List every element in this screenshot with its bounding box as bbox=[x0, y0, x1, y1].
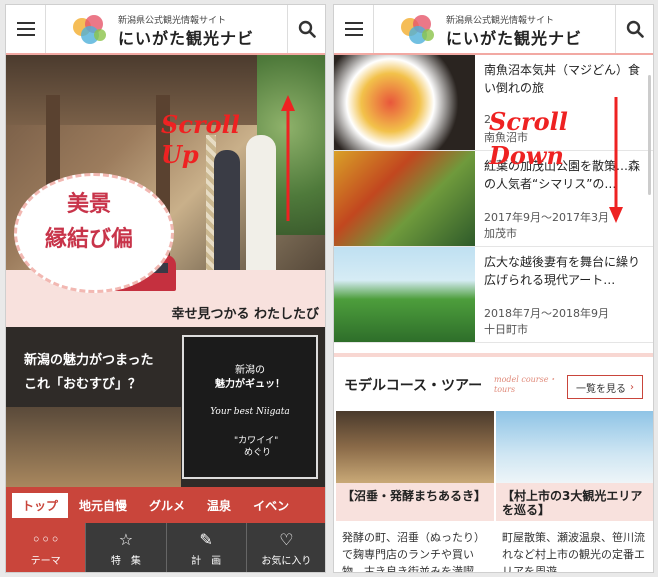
article-image bbox=[334, 151, 475, 246]
heart-icon: ♡ bbox=[279, 530, 294, 549]
section-heading-en: model course・tours bbox=[494, 375, 557, 394]
nav-feature[interactable]: ☆ 特 集 bbox=[86, 523, 167, 572]
article-image bbox=[334, 55, 475, 150]
promo-text-line1: 新潟の魅力がつまった bbox=[24, 353, 154, 368]
promo-card-line1: 新潟の bbox=[235, 365, 265, 376]
article-image bbox=[334, 247, 475, 342]
search-button[interactable] bbox=[615, 5, 653, 53]
site-header: 新潟県公式観光情報サイト にいがた観光ナビ bbox=[6, 5, 325, 55]
course-card[interactable]: 【沼垂・発酵まちあるき】 発酵の町、沼垂（ぬったり）で麹専門店のランチや買い物、… bbox=[336, 411, 494, 573]
article-title: 広大な越後妻有を舞台に繰り広げられる現代アート… bbox=[484, 255, 641, 287]
tab-events[interactable]: イベン bbox=[242, 497, 300, 514]
menu-button[interactable] bbox=[334, 5, 374, 53]
memo-icon: ✎ bbox=[199, 530, 213, 549]
course-card[interactable]: 【村上市の3大観光エリアを巡る】 町屋散策、瀬波温泉、笹川流れなど村上市の観光の… bbox=[496, 411, 653, 573]
hero-catchphrase: 幸せ見つかる わたしたび bbox=[171, 307, 319, 322]
see-all-button[interactable]: 一覧を見る › bbox=[567, 375, 643, 399]
article-date: 2018年7月～2018年9月 bbox=[484, 307, 609, 320]
section-divider bbox=[334, 353, 653, 357]
article-place: 十日町市 bbox=[484, 323, 528, 336]
course-caption: 【村上市の3大観光エリアを巡る】 bbox=[496, 483, 653, 521]
tab-top[interactable]: トップ bbox=[12, 492, 69, 518]
section-heading: モデルコース・ツアー bbox=[344, 378, 483, 394]
article-date: 2017年9月～2017年3月 bbox=[484, 211, 609, 224]
search-button[interactable] bbox=[287, 5, 325, 53]
badge-title-line1: 美景 bbox=[67, 192, 112, 217]
hamburger-icon bbox=[16, 22, 35, 36]
bottom-nav: ◦◦◦ テーマ ☆ 特 集 ✎ 計 画 ♡ お気に入り bbox=[6, 523, 325, 572]
course-image bbox=[496, 411, 653, 483]
nav-label: テーマ bbox=[30, 556, 61, 567]
scroll-down-annotation: Scroll Down bbox=[489, 107, 568, 170]
nav-label: お気に入り bbox=[261, 556, 312, 567]
tab-local-pride[interactable]: 地元自慢 bbox=[68, 497, 138, 514]
promo-text-line2: これ「おむすび」？ bbox=[24, 377, 142, 392]
hero-banner[interactable]: 美景 縁結び偏 幸せ見つかる わたしたび Scroll Up bbox=[6, 55, 325, 327]
nav-favorites[interactable]: ♡ お気に入り bbox=[246, 523, 325, 572]
search-icon bbox=[298, 20, 316, 38]
promo-card-line5: めぐり bbox=[244, 448, 272, 458]
arrow-up-icon bbox=[281, 95, 295, 221]
food-image bbox=[6, 407, 181, 487]
article-title: 南魚沼本気丼（マジどん）食い倒れの旅 bbox=[484, 63, 641, 95]
nav-plan[interactable]: ✎ 計 画 bbox=[166, 523, 247, 572]
site-logo-icon[interactable] bbox=[396, 11, 440, 49]
nav-label: 計 画 bbox=[191, 556, 222, 567]
promo-card-line3: Your best Niigata bbox=[210, 407, 290, 417]
site-header: 新潟県公式観光情報サイト にいがた観光ナビ bbox=[334, 5, 653, 55]
site-name[interactable]: にいがた観光ナビ bbox=[446, 25, 582, 49]
course-image bbox=[336, 411, 494, 483]
right-screen: 新潟県公式観光情報サイト にいがた観光ナビ 南魚沼本気丼（マジどん）食い倒れの旅… bbox=[333, 4, 654, 573]
menu-button[interactable] bbox=[6, 5, 46, 53]
hero-badge: 美景 縁結び偏 bbox=[14, 173, 174, 293]
course-caption: 【沼垂・発酵まちあるき】 bbox=[336, 483, 494, 521]
badge-title-line2: 縁結び偏 bbox=[45, 227, 134, 252]
promo-card-line2: 魅力がギュッ！ bbox=[215, 379, 285, 390]
hamburger-icon bbox=[344, 22, 363, 36]
category-tabs: トップ 地元自慢 グルメ 温泉 イベン bbox=[6, 487, 325, 523]
site-logo-icon[interactable] bbox=[68, 11, 112, 49]
article-place: 加茂市 bbox=[484, 227, 517, 240]
chevron-right-icon: › bbox=[630, 381, 634, 393]
left-screen: 新潟県公式観光情報サイト にいがた観光ナビ 美景 縁結び偏 幸せ見つかる わたし… bbox=[5, 4, 326, 573]
star-icon: ☆ bbox=[118, 530, 134, 549]
see-all-label: 一覧を見る bbox=[576, 383, 626, 395]
tab-onsen[interactable]: 温泉 bbox=[196, 497, 242, 514]
search-icon bbox=[626, 20, 644, 38]
nav-theme[interactable]: ◦◦◦ テーマ bbox=[6, 523, 87, 572]
promo-card[interactable]: 新潟の 魅力がギュッ！ Your best Niigata "カワイイ" めぐり bbox=[182, 335, 318, 479]
course-description: 町屋散策、瀬波温泉、笹川流れなど村上市の観光の定番エリアを周遊。 bbox=[502, 531, 645, 573]
promo-banner[interactable]: 新潟の魅力がつまった これ「おむすび」？ 新潟の 魅力がギュッ！ Your be… bbox=[6, 327, 325, 487]
arrow-down-icon bbox=[609, 97, 623, 223]
site-name[interactable]: にいがた観光ナビ bbox=[118, 25, 254, 49]
scrollbar[interactable] bbox=[648, 75, 651, 195]
nav-label: 特 集 bbox=[110, 556, 141, 567]
dots-icon: ◦◦◦ bbox=[31, 530, 60, 549]
course-description: 発酵の町、沼垂（ぬったり）で麹専門店のランチや買い物、古き良き街並みを満喫。 bbox=[342, 531, 485, 573]
list-item[interactable]: 広大な越後妻有を舞台に繰り広げられる現代アート… 2018年7月～2018年9月… bbox=[334, 247, 653, 343]
tab-gourmet[interactable]: グルメ bbox=[138, 497, 196, 514]
scroll-up-annotation: Scroll Up bbox=[161, 110, 240, 169]
